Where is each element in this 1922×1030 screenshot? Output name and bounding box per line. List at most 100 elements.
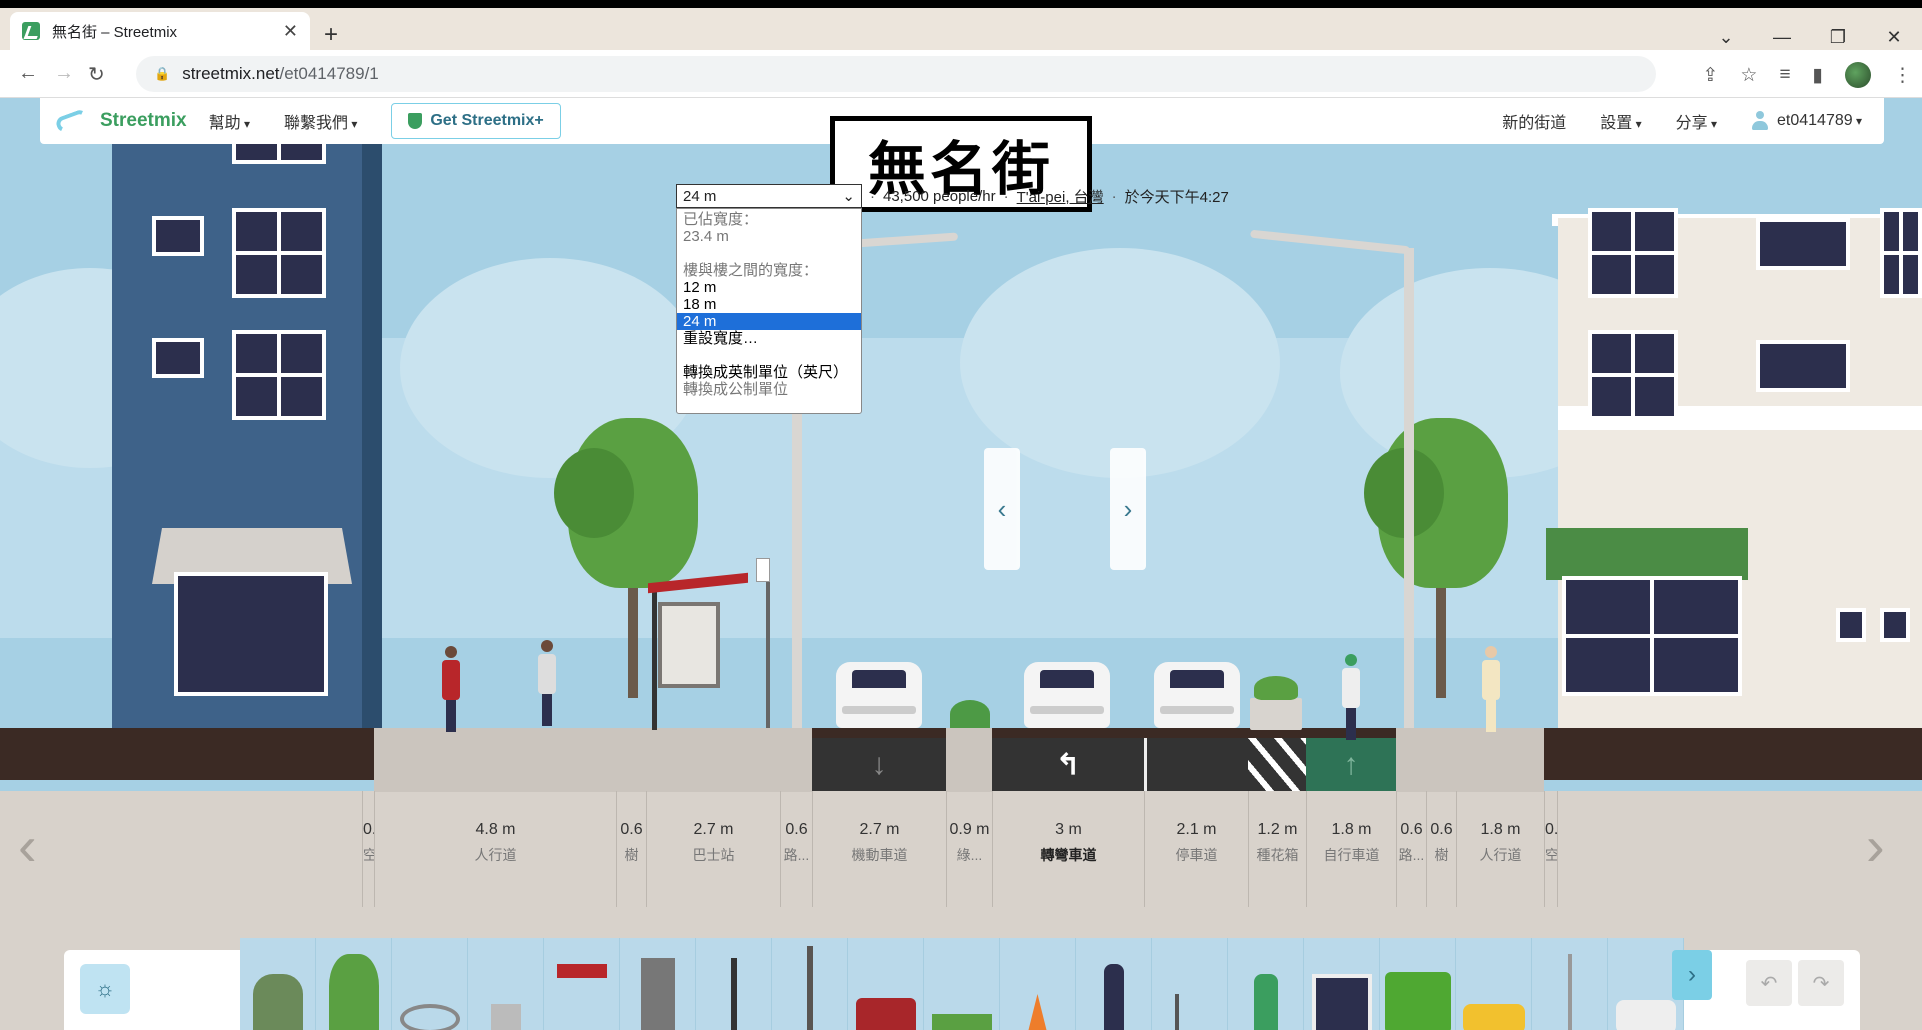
- scroll-street-left-icon[interactable]: ‹: [18, 813, 37, 878]
- palette-item-tree[interactable]: [316, 938, 392, 1030]
- palette-item-bench[interactable]: [468, 938, 544, 1030]
- user-menu[interactable]: et0414789: [1751, 111, 1862, 131]
- segment-label[interactable]: 0.6 樹: [616, 791, 646, 907]
- width-option-12[interactable]: 12 m: [677, 279, 861, 296]
- segment-label[interactable]: 2.1 m 停車道: [1144, 791, 1248, 907]
- segment-label[interactable]: 3 m 轉彎車道: [992, 791, 1144, 907]
- palette-item-lamp[interactable]: [696, 938, 772, 1030]
- tree[interactable]: [1364, 418, 1508, 588]
- sun-icon[interactable]: ☼: [80, 964, 130, 1014]
- street-canvas: ↓ ↰ ↑ ‹ › Streetmix 幫助 聯繫我們 Get Streetmi…: [0, 98, 1922, 1030]
- divider: [677, 245, 861, 262]
- palette-item-bike-rack[interactable]: [392, 938, 468, 1030]
- settings-menu[interactable]: 設置: [1600, 109, 1641, 133]
- share-menu[interactable]: 分享: [1676, 109, 1717, 133]
- palette-next-button[interactable]: ›: [1672, 950, 1712, 1000]
- back-icon[interactable]: ←: [18, 62, 38, 85]
- scroll-left-button[interactable]: ‹: [984, 448, 1020, 570]
- palette-item-pedestrian[interactable]: [1076, 938, 1152, 1030]
- segment-label[interactable]: 0.9 m 綠...: [946, 791, 992, 907]
- browser-tab[interactable]: 無名街 – Streetmix ✕: [10, 12, 310, 50]
- segment-name: 巴士站: [692, 847, 735, 863]
- location-link[interactable]: T'ai-pei, 台灣: [1017, 186, 1104, 207]
- storefront-window: [174, 572, 328, 696]
- palette-item-planter[interactable]: [848, 938, 924, 1030]
- scroll-street-right-icon[interactable]: ›: [1866, 813, 1885, 878]
- tab-strip: 無名街 – Streetmix ✕ + ⌄ — ❐ ✕: [0, 8, 1922, 50]
- more-menu-icon[interactable]: ⋮: [1893, 64, 1912, 87]
- width-option-custom[interactable]: 重設寬度…: [677, 330, 861, 347]
- palette-item-cafe-table[interactable]: [544, 938, 620, 1030]
- palette-items: [240, 938, 1684, 1030]
- tab-title: 無名街 – Streetmix: [52, 23, 178, 41]
- new-tab-icon[interactable]: +: [324, 23, 338, 47]
- segment-name: 停車道: [1175, 847, 1218, 863]
- contact-menu[interactable]: 聯繫我們: [284, 109, 357, 133]
- forward-icon[interactable]: →: [54, 62, 74, 85]
- units-metric-option: 轉換成公制單位: [683, 381, 789, 398]
- palette-item-flowers[interactable]: [924, 938, 1000, 1030]
- close-tab-icon[interactable]: ✕: [283, 21, 298, 42]
- right-sidewalk[interactable]: [1396, 728, 1544, 792]
- bookmark-star-icon[interactable]: ☆: [1740, 64, 1757, 87]
- segment-label[interactable]: 1.8 m 自行車道: [1306, 791, 1396, 907]
- segment-label[interactable]: 0.6 樹: [1426, 791, 1456, 907]
- turn-lane[interactable]: ↰: [992, 738, 1144, 791]
- segment-label[interactable]: 0. 空: [362, 791, 376, 907]
- reading-list-icon[interactable]: ≡: [1779, 64, 1790, 86]
- segment-label[interactable]: 2.7 m 機動車道: [812, 791, 946, 907]
- planter-buffer[interactable]: [1248, 738, 1306, 791]
- separator-dot: ·: [1111, 187, 1117, 205]
- pedestrian: [440, 646, 462, 732]
- segment-label[interactable]: 0. 空: [1544, 791, 1558, 907]
- new-street-link[interactable]: 新的街道: [1502, 109, 1566, 133]
- segment-label[interactable]: 0.6 路...: [1396, 791, 1426, 907]
- parking-lane[interactable]: [1144, 738, 1248, 791]
- width-option-24[interactable]: 24 m: [677, 313, 861, 330]
- palette-item-bus[interactable]: [1380, 938, 1456, 1030]
- median-planting[interactable]: [946, 728, 992, 792]
- redo-icon[interactable]: ↷: [1798, 960, 1844, 1006]
- get-plus-button[interactable]: Get Streetmix+: [391, 103, 561, 139]
- car[interactable]: [1154, 662, 1240, 728]
- palette-item-pedestrians[interactable]: [240, 938, 316, 1030]
- tree[interactable]: [554, 418, 698, 588]
- scroll-right-button[interactable]: ›: [1110, 448, 1146, 570]
- width-option-18[interactable]: 18 m: [677, 296, 861, 313]
- segment-label[interactable]: 4.8 m 人行道: [374, 791, 616, 907]
- car[interactable]: [1024, 662, 1110, 728]
- left-sidewalk[interactable]: [374, 728, 812, 792]
- street-meta: 24 m ⌄ · 43,500 people/hr · T'ai-pei, 台灣 …: [676, 184, 1229, 208]
- segment-label[interactable]: 1.2 m 種花箱: [1248, 791, 1306, 907]
- undo-icon[interactable]: ↶: [1746, 960, 1792, 1006]
- palette-item-kiosk[interactable]: [620, 938, 696, 1030]
- capacity-text[interactable]: 43,500 people/hr: [883, 188, 996, 205]
- url-field[interactable]: 🔒 streetmix.net/et0414789/1: [136, 56, 1656, 92]
- drive-lane[interactable]: ↓: [812, 738, 946, 791]
- segment-label[interactable]: 2.7 m 巴士站: [646, 791, 780, 907]
- palette-item-cyclist[interactable]: [1228, 938, 1304, 1030]
- segment-label[interactable]: 1.8 m 人行道: [1456, 791, 1544, 907]
- palette-item-bike-share[interactable]: [1304, 938, 1380, 1030]
- car[interactable]: [836, 662, 922, 728]
- help-menu[interactable]: 幫助: [209, 109, 250, 133]
- palette-item-sign-pole[interactable]: [1532, 938, 1608, 1030]
- palette-item-cone[interactable]: [1000, 938, 1076, 1030]
- streetmix-favicon-icon: [22, 22, 40, 40]
- reload-icon[interactable]: ↻: [88, 62, 105, 87]
- profile-avatar[interactable]: [1845, 62, 1871, 88]
- units-imperial-option[interactable]: 轉換成英制單位（英尺）: [677, 364, 861, 381]
- streetmix-logo-icon[interactable]: [54, 108, 90, 134]
- share-page-icon[interactable]: ⇪: [1702, 64, 1718, 87]
- palette-item-utility-pole[interactable]: [772, 938, 848, 1030]
- street-width-select[interactable]: 24 m ⌄: [676, 184, 862, 208]
- palette-item-taxi[interactable]: [1456, 938, 1532, 1030]
- bike-lane[interactable]: ↑: [1306, 738, 1396, 791]
- window: [232, 208, 326, 298]
- window: [232, 330, 326, 420]
- streetmix-logo-text[interactable]: Streetmix: [100, 110, 187, 132]
- palette-item-scooter[interactable]: [1152, 938, 1228, 1030]
- bus-shelter[interactable]: [648, 572, 748, 730]
- side-panel-icon[interactable]: ▮: [1813, 64, 1823, 87]
- segment-label[interactable]: 0.6 路...: [780, 791, 812, 907]
